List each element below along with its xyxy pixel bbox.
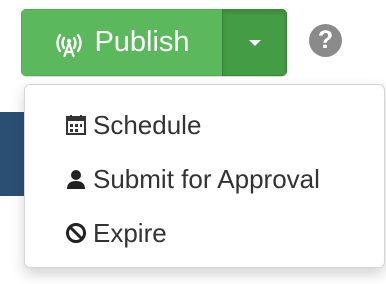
broadcast-icon xyxy=(54,28,84,58)
publish-dropdown-toggle[interactable] xyxy=(222,9,287,76)
background-panel xyxy=(0,112,26,196)
ban-icon xyxy=(65,221,89,245)
menu-item-expire[interactable]: Expire xyxy=(25,215,384,251)
caret-down-icon xyxy=(248,39,261,46)
menu-item-expire-label: Expire xyxy=(93,218,167,248)
publish-dropdown-menu: Schedule Submit for Approval Expire xyxy=(24,84,385,268)
publish-split-button: Publish xyxy=(21,9,287,76)
menu-item-submit-for-approval[interactable]: Submit for Approval xyxy=(25,161,384,197)
menu-item-schedule-label: Schedule xyxy=(93,110,202,140)
calendar-icon xyxy=(65,113,89,137)
user-icon xyxy=(65,167,89,191)
question-circle-icon[interactable]: ? xyxy=(309,24,342,57)
publish-button[interactable]: Publish xyxy=(21,9,222,76)
menu-item-submit-label: Submit for Approval xyxy=(93,164,320,194)
publish-label: Publish xyxy=(94,26,190,58)
menu-item-schedule[interactable]: Schedule xyxy=(25,107,384,143)
